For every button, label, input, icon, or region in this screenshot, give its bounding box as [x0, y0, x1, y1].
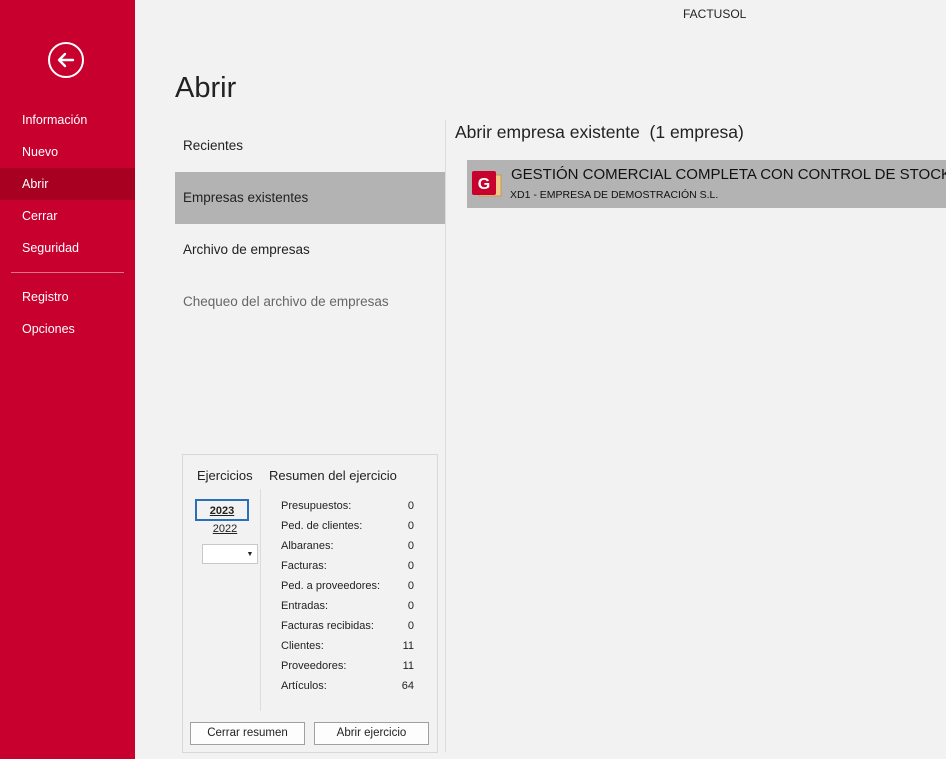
stat-row: Presupuestos: 0 — [281, 500, 414, 512]
menu-item-chequeo-archivo[interactable]: Chequeo del archivo de empresas — [175, 276, 445, 328]
stat-row: Facturas: 0 — [281, 560, 414, 572]
page-title: Abrir — [175, 72, 237, 104]
exercises-divider — [260, 489, 261, 711]
stat-row: Entradas: 0 — [281, 600, 414, 612]
sidebar-item-cerrar[interactable]: Cerrar — [0, 200, 135, 232]
stat-row: Ped. a proveedores: 0 — [281, 580, 414, 592]
factusol-folder-icon: G — [471, 170, 503, 198]
back-button[interactable] — [48, 42, 84, 78]
stat-row: Clientes: 11 — [281, 640, 414, 652]
open-exercise-button[interactable]: Abrir ejercicio — [314, 722, 429, 745]
stat-row: Facturas recibidas: 0 — [281, 620, 414, 632]
exercises-panel: Ejercicios Resumen del ejercicio 2023 20… — [182, 454, 438, 753]
menu-item-archivo-empresas[interactable]: Archivo de empresas — [175, 224, 445, 276]
stat-row: Albaranes: 0 — [281, 540, 414, 552]
sidebar-item-nuevo[interactable]: Nuevo — [0, 136, 135, 168]
stat-row: Proveedores: 11 — [281, 660, 414, 672]
app-title: FACTUSOL — [683, 7, 747, 21]
company-subtitle: XD1 - EMPRESA DE DEMOSTRACIÓN S.L. — [510, 189, 719, 201]
sidebar-item-informacion[interactable]: Información — [0, 104, 135, 136]
menu-item-empresas-existentes[interactable]: Empresas existentes — [175, 172, 445, 224]
close-summary-button[interactable]: Cerrar resumen — [190, 722, 305, 745]
panel-divider — [445, 120, 446, 752]
company-item[interactable]: G GESTIÓN COMERCIAL COMPLETA CON CONTROL… — [467, 160, 946, 208]
arrow-left-icon — [57, 52, 75, 68]
stat-row: Artículos: 64 — [281, 680, 414, 692]
open-options-menu: Recientes Empresas existentes Archivo de… — [175, 120, 445, 328]
company-icon-letter: G — [478, 176, 490, 193]
summary-stats: Presupuestos: 0 Ped. de clientes: 0 Albara… — [281, 500, 414, 700]
existing-companies-title: Abrir empresa existente (1 empresa) — [455, 122, 744, 142]
sidebar-divider — [11, 272, 124, 273]
year-2023[interactable]: 2023 — [195, 499, 249, 521]
stat-row: Ped. de clientes: 0 — [281, 520, 414, 532]
sidebar-nav: Información Nuevo Abrir Cerrar Seguridad… — [0, 104, 135, 345]
sidebar-item-registro[interactable]: Registro — [0, 281, 135, 313]
year-2022[interactable]: 2022 — [198, 523, 252, 535]
sidebar: Información Nuevo Abrir Cerrar Seguridad… — [0, 0, 135, 759]
sidebar-item-abrir[interactable]: Abrir — [0, 168, 135, 200]
summary-label: Resumen del ejercicio — [269, 468, 397, 483]
sidebar-item-seguridad[interactable]: Seguridad — [0, 232, 135, 264]
year-select[interactable]: ▼ — [202, 544, 258, 564]
sidebar-item-opciones[interactable]: Opciones — [0, 313, 135, 345]
chevron-down-icon[interactable]: ▼ — [243, 545, 257, 563]
exercises-label: Ejercicios — [197, 468, 253, 483]
company-name: GESTIÓN COMERCIAL COMPLETA CON CONTROL D… — [511, 166, 946, 183]
menu-item-recientes[interactable]: Recientes — [175, 120, 445, 172]
